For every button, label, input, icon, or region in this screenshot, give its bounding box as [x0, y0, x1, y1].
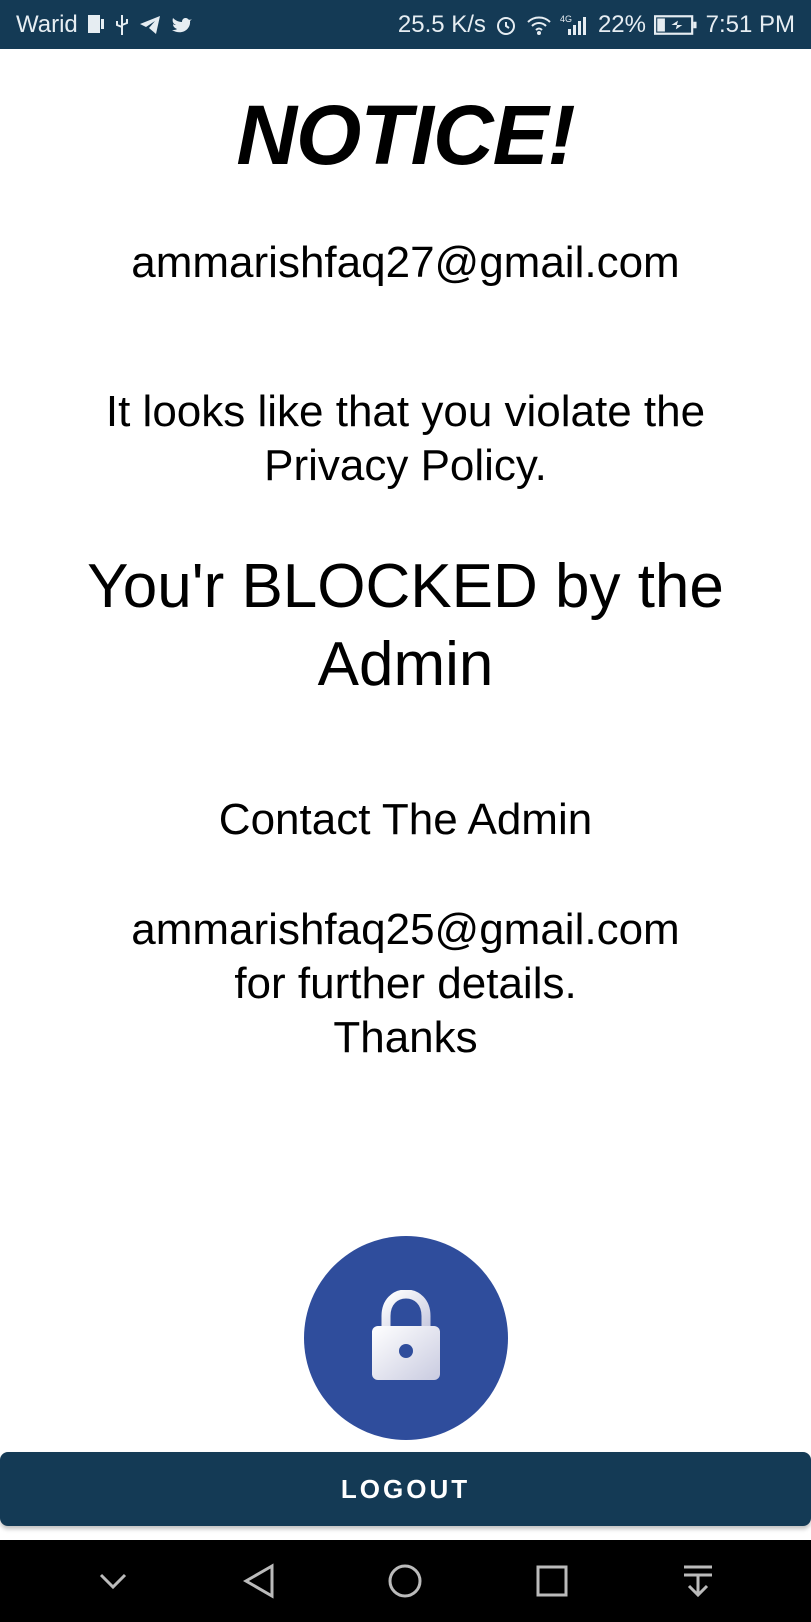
- navigation-bar: [0, 1540, 811, 1622]
- chevron-down-icon[interactable]: [83, 1551, 143, 1611]
- twitter-icon: [170, 12, 194, 38]
- clock-time: 7:51 PM: [705, 10, 795, 38]
- blocked-message-line2: Admin: [317, 630, 494, 699]
- home-icon[interactable]: [375, 1551, 435, 1611]
- violation-message-line1: It looks like that you violate the: [105, 387, 706, 436]
- usb-icon: [114, 12, 130, 38]
- lock-badge: [304, 1236, 508, 1440]
- further-details-text: for further details.: [234, 959, 577, 1008]
- thanks-text: Thanks: [333, 1013, 478, 1062]
- user-email: ammarishfaq27@gmail.com: [131, 238, 680, 287]
- battery-percent: 22%: [597, 10, 646, 38]
- network-type: 4G: [560, 14, 572, 24]
- wifi-icon: [526, 12, 552, 38]
- notification-pull-icon[interactable]: [668, 1551, 728, 1611]
- admin-email: ammarishfaq25@gmail.com: [131, 905, 680, 954]
- lock-icon: [370, 1288, 442, 1387]
- status-right: 25.5 K/s 4G 22% 7:51 PM: [398, 11, 795, 39]
- battery-charging-icon: [653, 12, 698, 38]
- logout-button[interactable]: LOGOUT: [0, 1452, 811, 1526]
- blocked-message-line1: You'r BLOCKED by the: [87, 552, 724, 621]
- violation-message-line2: Privacy Policy.: [264, 441, 547, 490]
- sim-icon: [86, 12, 106, 38]
- status-bar: Warid 25.5 K/s 4G 22% 7:51 PM: [0, 0, 811, 49]
- back-icon[interactable]: [229, 1551, 289, 1611]
- notice-title: NOTICE!: [236, 88, 575, 182]
- telegram-icon: [138, 12, 162, 38]
- net-speed: 25.5 K/s: [397, 10, 486, 38]
- contact-admin-text: Contact The Admin: [218, 795, 593, 844]
- signal-icon: 4G: [560, 12, 590, 38]
- recents-icon[interactable]: [522, 1551, 582, 1611]
- status-left: Warid: [16, 11, 194, 39]
- carrier-name: Warid: [16, 10, 78, 38]
- alarm-icon: [494, 12, 518, 38]
